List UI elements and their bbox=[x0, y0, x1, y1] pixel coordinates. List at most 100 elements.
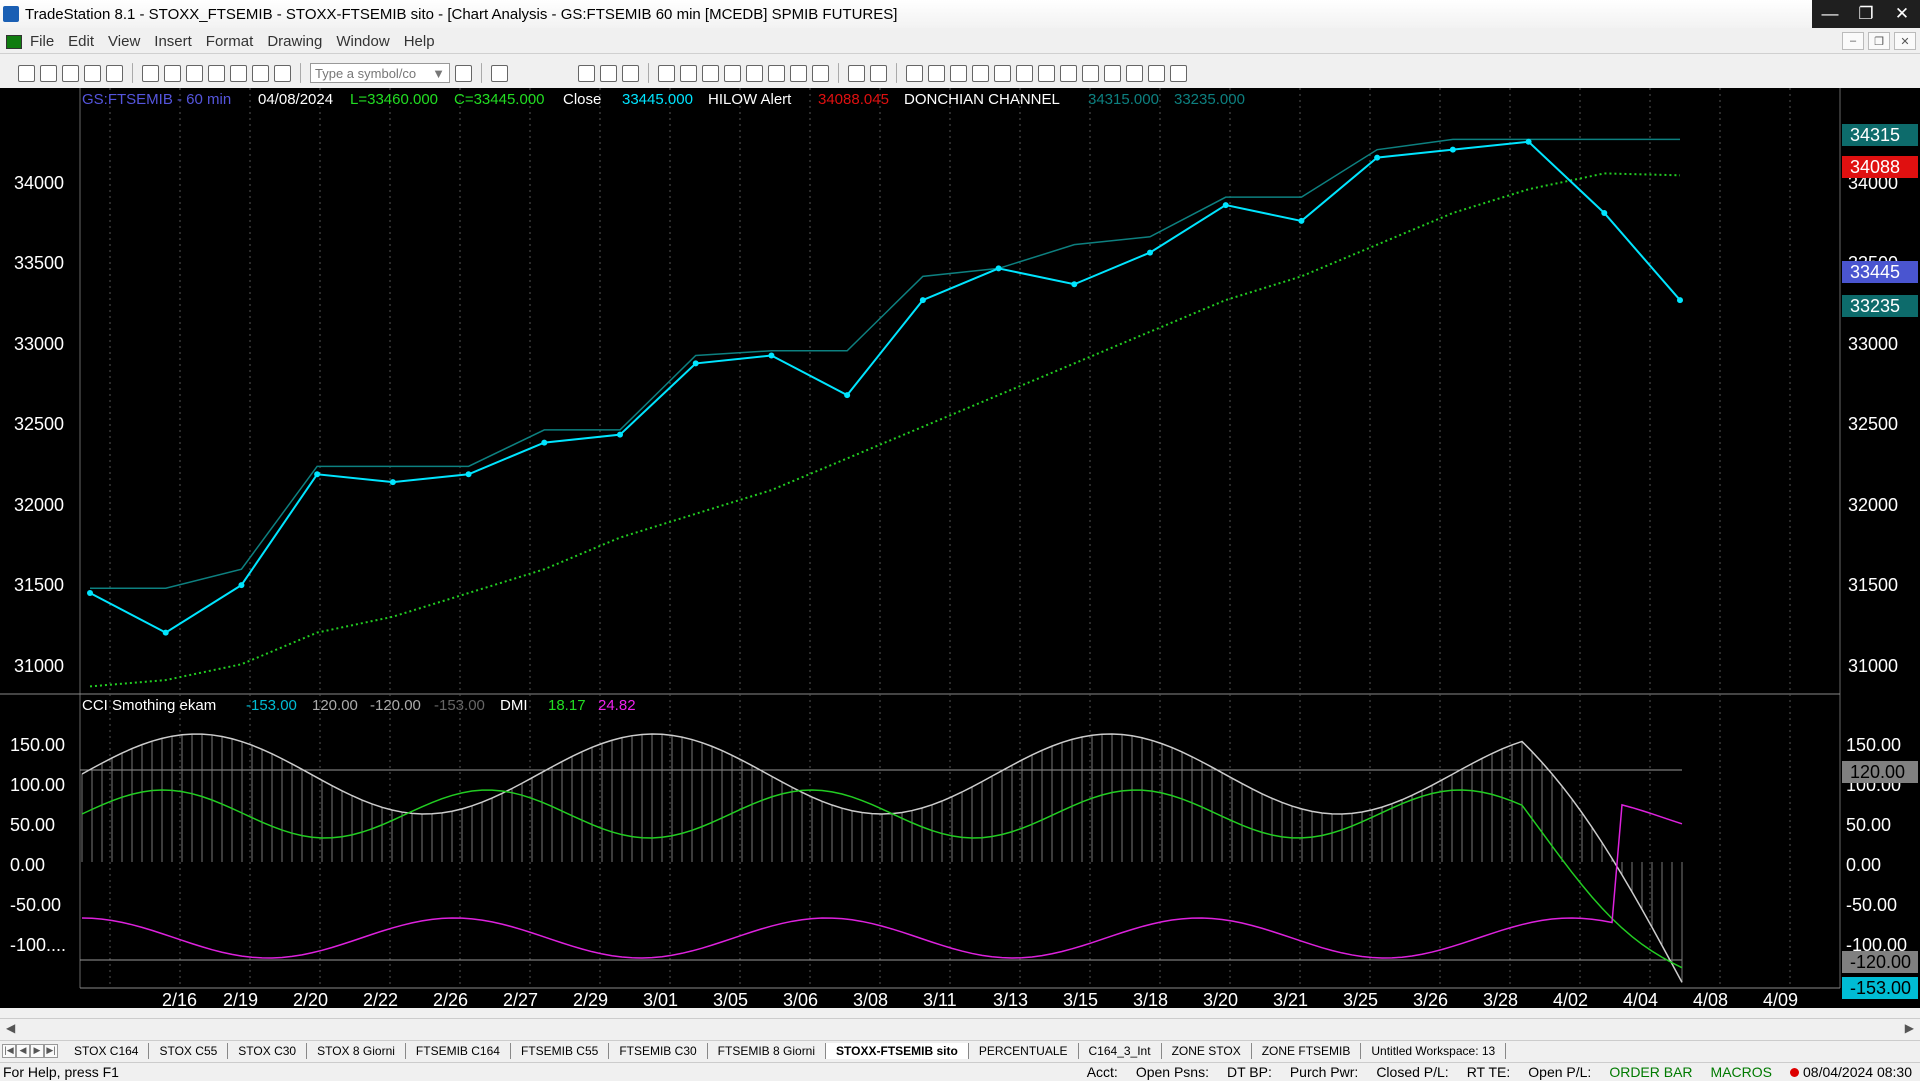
mdi-minimize-icon[interactable]: – bbox=[1842, 32, 1864, 50]
arrow-up-icon[interactable] bbox=[1104, 64, 1121, 82]
channel-icon[interactable] bbox=[1060, 64, 1077, 82]
workspace-tab[interactable]: ZONE FTSEMIB bbox=[1252, 1042, 1362, 1059]
menu-window[interactable]: Window bbox=[336, 33, 389, 50]
workspace-tab[interactable]: STOX C55 bbox=[149, 1042, 229, 1059]
volume-icon[interactable] bbox=[812, 64, 829, 82]
search-icon[interactable] bbox=[491, 64, 508, 82]
tab-last-icon[interactable]: ▶| bbox=[44, 1043, 58, 1058]
play-icon[interactable] bbox=[455, 64, 472, 82]
chart-line-icon[interactable] bbox=[658, 64, 675, 82]
title-bar: TradeStation 8.1 - STOXX_FTSEMIB - STOXX… bbox=[0, 0, 1920, 28]
close-series-point bbox=[1298, 217, 1305, 224]
menu-drawing[interactable]: Drawing bbox=[267, 33, 322, 50]
scroll-right-icon[interactable]: ▶ bbox=[1905, 1021, 1914, 1035]
window-title: TradeStation 8.1 - STOXX_FTSEMIB - STOXX… bbox=[25, 5, 898, 23]
print-icon[interactable] bbox=[142, 64, 159, 82]
tab-prev-icon[interactable]: ◀ bbox=[16, 1043, 30, 1058]
pointer-icon[interactable] bbox=[906, 64, 923, 82]
tab-first-icon[interactable]: |◀ bbox=[2, 1043, 16, 1058]
menu-help[interactable]: Help bbox=[404, 33, 435, 50]
indicator-icon[interactable] bbox=[746, 64, 763, 82]
strategy-icon[interactable] bbox=[252, 64, 269, 82]
menu-file[interactable]: File bbox=[30, 33, 54, 50]
print-preview-icon[interactable] bbox=[164, 64, 181, 82]
new-icon[interactable] bbox=[18, 64, 35, 82]
menu-insert[interactable]: Insert bbox=[154, 33, 192, 50]
date-tick: 2/27 bbox=[503, 990, 538, 1008]
list-icon[interactable] bbox=[600, 64, 617, 82]
copy-icon[interactable] bbox=[84, 64, 101, 82]
menu-format[interactable]: Format bbox=[206, 33, 254, 50]
cci-tick-right: 50.00 bbox=[1846, 815, 1891, 835]
zoom-in-icon[interactable] bbox=[848, 64, 865, 82]
window-icon[interactable] bbox=[186, 64, 203, 82]
close-icon[interactable]: ✕ bbox=[1884, 0, 1920, 28]
workspace-tab[interactable]: ZONE STOX bbox=[1162, 1042, 1252, 1059]
crosshair-icon[interactable] bbox=[928, 64, 945, 82]
ohlc-icon[interactable] bbox=[790, 64, 807, 82]
workspace-tab[interactable]: STOXX-FTSEMIB sito bbox=[826, 1042, 969, 1059]
vertical-line-icon[interactable] bbox=[1016, 64, 1033, 82]
mdi-close-icon[interactable]: ✕ bbox=[1894, 32, 1916, 50]
workspace-tab[interactable]: FTSEMIB C55 bbox=[511, 1042, 610, 1059]
workspace-tab[interactable]: FTSEMIB C30 bbox=[609, 1042, 708, 1059]
restore-icon[interactable]: ❐ bbox=[1848, 0, 1884, 28]
workspace-tab[interactable]: C164_3_Int bbox=[1079, 1042, 1162, 1059]
tools-icon[interactable] bbox=[950, 64, 967, 82]
chart-bar-icon[interactable] bbox=[680, 64, 697, 82]
horizontal-scrollbar[interactable]: ◀ ▶ bbox=[0, 1018, 1920, 1038]
chart-svg[interactable]: GS:FTSEMIB - 60 min 04/08/2024 L=33460.0… bbox=[0, 88, 1920, 1010]
help-text: For Help, press F1 bbox=[3, 1063, 119, 1080]
tag-text: 120.00 bbox=[1850, 762, 1905, 782]
price-tick-right: 32500 bbox=[1848, 414, 1898, 434]
workspace-tab[interactable]: PERCENTUALE bbox=[969, 1042, 1079, 1059]
chart-window-icon[interactable] bbox=[6, 34, 22, 49]
workspace-tab[interactable]: FTSEMIB 8 Giorni bbox=[708, 1042, 827, 1059]
menu-view[interactable]: View bbox=[108, 33, 140, 50]
candle-icon[interactable] bbox=[768, 64, 785, 82]
minimize-icon[interactable]: — bbox=[1812, 0, 1848, 28]
workspace-tabs: |◀ ◀ ▶ ▶| STOX C164 STOX C55 STOX C30 STOX … bbox=[0, 1040, 1920, 1060]
trendline-icon[interactable] bbox=[972, 64, 989, 82]
workspace-tab[interactable]: FTSEMIB C164 bbox=[406, 1042, 511, 1059]
rectangle-icon[interactable] bbox=[1148, 64, 1165, 82]
price-tick-right: 31500 bbox=[1848, 575, 1898, 595]
chevron-down-icon[interactable]: ▼ bbox=[432, 66, 445, 81]
workspace-icon[interactable] bbox=[208, 64, 225, 82]
zoom-out-icon[interactable] bbox=[870, 64, 887, 82]
status-macros[interactable]: MACROS bbox=[1711, 1064, 1772, 1080]
mdi-restore-icon[interactable]: ❐ bbox=[1868, 32, 1890, 50]
workspace-tab[interactable]: Untitled Workspace: 13 bbox=[1361, 1042, 1507, 1059]
horizontal-line-icon[interactable] bbox=[994, 64, 1011, 82]
tab-next-icon[interactable]: ▶ bbox=[30, 1043, 44, 1058]
workspace-tab[interactable]: STOX C30 bbox=[228, 1042, 308, 1059]
fibonacci-icon[interactable] bbox=[1038, 64, 1055, 82]
scroll-left-icon[interactable]: ◀ bbox=[6, 1021, 15, 1035]
ellipse-icon[interactable] bbox=[1126, 64, 1143, 82]
open-icon[interactable] bbox=[40, 64, 57, 82]
workspace-tab[interactable]: STOX 8 Giorni bbox=[307, 1042, 406, 1059]
save-icon[interactable] bbox=[62, 64, 79, 82]
workspace-tab[interactable]: STOX C164 bbox=[64, 1042, 150, 1059]
status-dt-bp: DT BP: bbox=[1226, 1064, 1272, 1080]
arrow-down-icon[interactable] bbox=[1082, 64, 1099, 82]
date-tick: 3/05 bbox=[713, 990, 748, 1008]
folder-icon[interactable] bbox=[106, 64, 123, 82]
close-series-point bbox=[844, 392, 851, 399]
close-series-point bbox=[768, 352, 775, 359]
globe-icon[interactable] bbox=[274, 64, 291, 82]
table-icon[interactable] bbox=[622, 64, 639, 82]
grid-icon[interactable] bbox=[578, 64, 595, 82]
symbol-input[interactable]: Type a symbol/co ▼ bbox=[310, 63, 450, 83]
text-icon[interactable] bbox=[1170, 64, 1187, 82]
format-icon[interactable] bbox=[724, 64, 741, 82]
close-series-point bbox=[1525, 138, 1532, 145]
price-tick: 32500 bbox=[14, 414, 64, 434]
price-tick: 31000 bbox=[14, 656, 64, 676]
status-order-bar[interactable]: ORDER BAR bbox=[1609, 1064, 1692, 1080]
refresh-icon[interactable] bbox=[702, 64, 719, 82]
menu-edit[interactable]: Edit bbox=[68, 33, 94, 50]
chart-area[interactable]: GS:FTSEMIB - 60 min 04/08/2024 L=33460.0… bbox=[0, 88, 1920, 1010]
app-icon bbox=[3, 6, 19, 22]
lock-icon[interactable] bbox=[230, 64, 247, 82]
